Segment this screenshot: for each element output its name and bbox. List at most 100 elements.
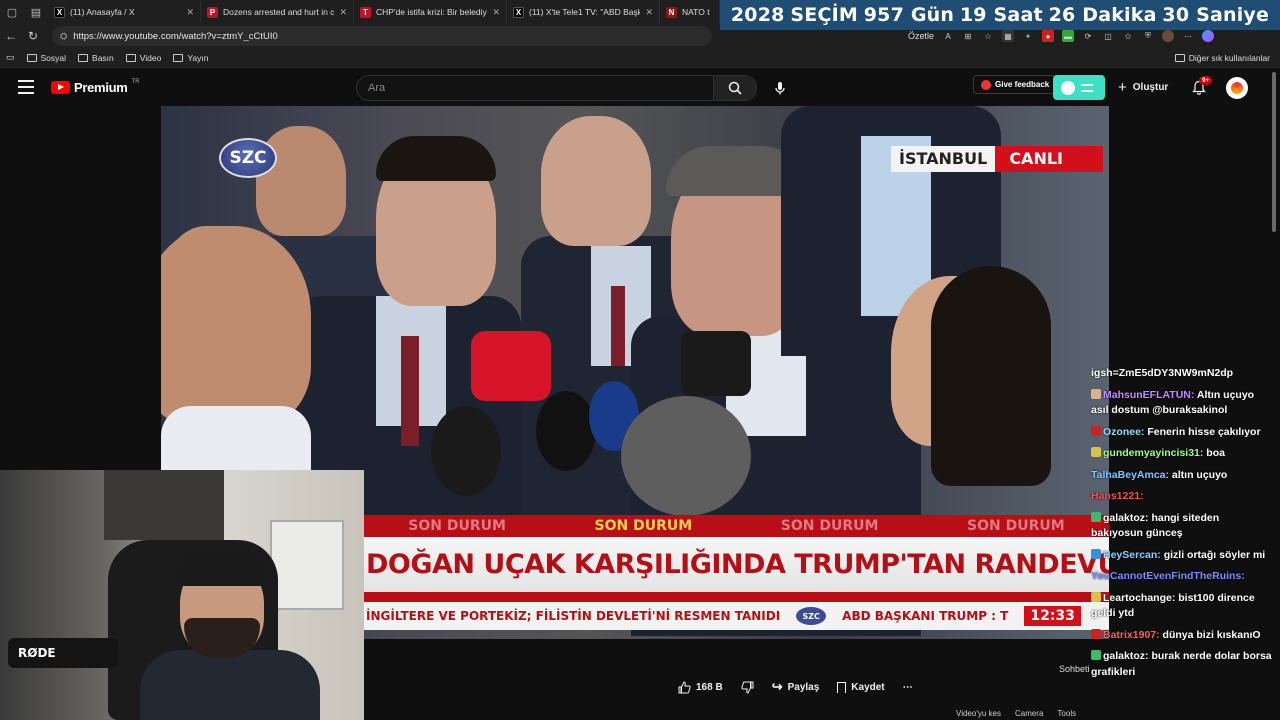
- breaking-label: SON DURUM: [594, 518, 693, 534]
- bookmark-label: Video: [139, 52, 162, 63]
- more-actions-button[interactable]: ⋯: [903, 682, 913, 693]
- background-person: [541, 116, 651, 246]
- divider: [364, 592, 1109, 602]
- chat-text: gizli ortağı söyler mi: [1163, 548, 1266, 561]
- news-icon: T: [360, 6, 371, 18]
- share-button[interactable]: ↪ Paylaş: [772, 679, 820, 695]
- bottom-control[interactable]: Camera: [1015, 709, 1043, 718]
- shield-icon[interactable]: ⛨: [1142, 30, 1154, 42]
- workspaces-icon[interactable]: ▢: [0, 0, 24, 24]
- bottom-control[interactable]: Tools: [1057, 709, 1076, 718]
- chat-message: MahsunEFLATUN: Altın uçuyo asıl dostum @…: [1091, 388, 1273, 419]
- create-button[interactable]: + Oluştur: [1118, 79, 1168, 96]
- tab-title: Dozens arrested and hurt in cla: [223, 7, 335, 17]
- news-lower-third: SON DURUM SON DURUM SON DURUM SON DURUM …: [364, 515, 1109, 640]
- copilot-icon[interactable]: [1202, 30, 1215, 42]
- summarize-label[interactable]: Özetle: [908, 31, 934, 41]
- avatar-logo-icon: [1231, 82, 1243, 94]
- url-field[interactable]: ⛭ https://www.youtube.com/watch?v=ztmY_c…: [52, 26, 712, 46]
- bookmark-folder[interactable]: Basın: [78, 53, 114, 63]
- close-tab-icon[interactable]: ✕: [645, 7, 653, 18]
- broadcast-clock: 12:33: [1024, 606, 1081, 626]
- like-button[interactable]: 168 B: [678, 680, 723, 694]
- close-tab-icon[interactable]: ✕: [339, 7, 347, 18]
- close-tab-icon[interactable]: ✕: [492, 7, 500, 18]
- list-icon: [1081, 83, 1093, 92]
- extension-icon[interactable]: ▦: [1002, 30, 1015, 42]
- search-button[interactable]: [713, 75, 757, 101]
- chat-message: gundemyayincisi31: boa: [1091, 446, 1273, 462]
- bookmark-folder[interactable]: Video: [125, 52, 162, 63]
- streamer-webcam: RØDE: [0, 470, 364, 720]
- page-scrollbar[interactable]: [1270, 68, 1278, 720]
- thumbs-down-icon: [741, 681, 754, 694]
- browser-tab[interactable]: X (11) X'te Tele1 TV: "ABD Başkan ✕: [507, 0, 660, 24]
- bookmark-folder[interactable]: Yayın: [173, 53, 208, 63]
- favorites-icon[interactable]: ✩: [1122, 30, 1134, 42]
- other-favorites[interactable]: Diğer sık kullanılanlar: [1174, 48, 1270, 68]
- browser-tab[interactable]: X (11) Anasayfa / X ✕: [48, 0, 201, 24]
- scrollbar-thumb[interactable]: [1272, 72, 1276, 232]
- menu-hamburger-icon[interactable]: [18, 80, 34, 94]
- breaking-label: SON DURUM: [408, 518, 506, 534]
- reload-icon[interactable]: ↻: [22, 24, 44, 48]
- search-input[interactable]: Ara: [356, 75, 714, 101]
- save-button[interactable]: Kaydet: [837, 681, 885, 693]
- bookmark-icon[interactable]: ▭: [6, 52, 15, 63]
- menu-icon[interactable]: ⋯: [1182, 30, 1194, 42]
- microphone-arm: RØDE: [8, 638, 118, 668]
- extension-icon[interactable]: ✦: [1022, 30, 1034, 42]
- live-chat-overlay: igsh=ZmE5dDY3NW9mN2dp MahsunEFLATUN: Altı…: [1059, 366, 1273, 720]
- apps-icon[interactable]: ⊞: [962, 30, 974, 42]
- profile-avatar-icon[interactable]: [1162, 30, 1175, 42]
- cameraman-head: [621, 396, 751, 516]
- bottom-control[interactable]: Video'yu kes: [956, 709, 1001, 718]
- plus-icon: +: [1118, 79, 1127, 96]
- youtube-header: Premium TR Ara Give feedback + Oluştur 9…: [0, 68, 1280, 106]
- chat-text: boa: [1206, 447, 1225, 459]
- microphone: [681, 331, 751, 396]
- chat-message: Ozonee: Fenerin hisse çakılıyor: [1091, 425, 1273, 441]
- youtube-logo[interactable]: Premium TR: [51, 79, 140, 95]
- wall-frames: [104, 470, 224, 540]
- browser-tab[interactable]: T CHP'de istifa krizi: Bir belediye ✕: [354, 0, 507, 24]
- favorite-star-icon[interactable]: ☆: [982, 30, 994, 42]
- url-text: https://www.youtube.com/watch?v=ztmY_cCt…: [73, 30, 278, 42]
- split-screen-icon[interactable]: ◫: [1102, 30, 1114, 42]
- bookmark-folder[interactable]: Sosyal: [26, 53, 66, 63]
- user-badge-icon: [1091, 447, 1101, 457]
- dislike-button[interactable]: [741, 681, 754, 694]
- read-aloud-icon[interactable]: A: [942, 30, 954, 42]
- user-badge-icon: [1091, 511, 1101, 522]
- extension-toggle[interactable]: [1053, 75, 1105, 100]
- search-placeholder: Ara: [368, 82, 386, 94]
- election-countdown-banner: 2028 SEÇİM 957 Gün 19 Saat 26 Dakika 30 …: [720, 0, 1280, 30]
- share-label: Paylaş: [787, 681, 820, 693]
- give-feedback-button[interactable]: Give feedback: [973, 75, 1058, 94]
- channel-logo: SZC: [219, 138, 277, 178]
- site-info-icon[interactable]: ⛭: [60, 31, 67, 42]
- countdown-minutes: 26 Dakika: [1048, 4, 1157, 26]
- chat-toggle-label[interactable]: Sohbeti: [1059, 662, 1090, 678]
- voice-search-button[interactable]: [769, 77, 791, 99]
- logo-text: Premium: [74, 80, 128, 95]
- account-avatar[interactable]: [1226, 77, 1248, 99]
- bookmarks-bar: ▭ Sosyal Basın Video Yayın Diğer sık kul…: [0, 48, 1280, 68]
- browser-window: ▢ ▤ X (11) Anasayfa / X ✕ P Dozens arres…: [0, 0, 1280, 720]
- extension-icon[interactable]: ●: [1042, 30, 1055, 42]
- bookmark-label: Yayın: [187, 52, 209, 63]
- browser-tab[interactable]: N NATO t: [660, 0, 720, 24]
- chat-message: Hans1221:: [1091, 489, 1273, 505]
- extension-icon[interactable]: ▬: [1062, 30, 1075, 42]
- chat-username: HeySercan:: [1103, 548, 1164, 561]
- tie: [401, 336, 419, 446]
- tab-actions-icon[interactable]: ▤: [24, 0, 48, 24]
- chat-username: gundemyayincisi31:: [1103, 447, 1207, 459]
- breaking-news-bar: SON DURUM SON DURUM SON DURUM SON DURUM: [364, 515, 1109, 537]
- close-tab-icon[interactable]: ✕: [186, 7, 194, 18]
- back-icon[interactable]: ←: [0, 24, 22, 48]
- browser-tab[interactable]: P Dozens arrested and hurt in cla ✕: [201, 0, 354, 24]
- refresh-icon[interactable]: ⟳: [1082, 30, 1094, 42]
- chat-username: Batrix1907:: [1103, 628, 1163, 641]
- news-crawl: İNGİLTERE VE PORTEKİZ; FİLİSTİN DEVLETİ'…: [364, 602, 1109, 630]
